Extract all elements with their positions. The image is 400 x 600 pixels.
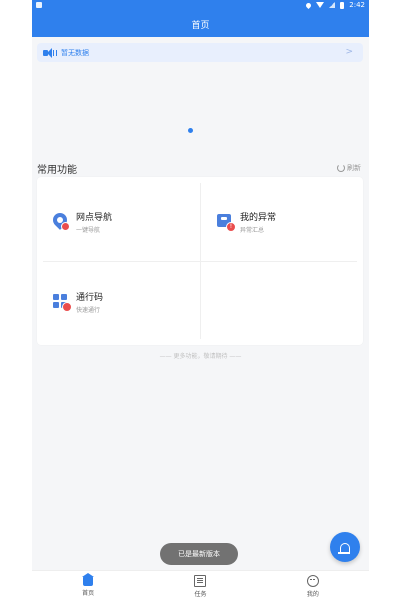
exception-card-icon: ! xyxy=(216,213,236,232)
tab-home[interactable]: 首页 xyxy=(32,571,144,600)
tab-label: 首页 xyxy=(82,589,95,597)
function-subtitle: 快速通行 xyxy=(76,307,101,314)
battery-icon xyxy=(340,1,345,9)
app-header: 2:42 首页 xyxy=(32,0,369,37)
carousel-indicator xyxy=(188,128,193,133)
more-functions-hint: —— 更多功能，敬请期待 —— xyxy=(159,353,242,360)
functions-card: 网点导航 一键导航 ! 我的异常 异常汇总 通行码 快速通行 xyxy=(37,177,363,345)
phone-screen: 2:42 首页 暂无数据 > 常用功能 刷新 网点导航 一键导航 ! 我的异常 … xyxy=(32,0,369,600)
tab-label: 任务 xyxy=(194,590,207,598)
refresh-icon xyxy=(337,164,345,172)
function-title: 我的异常 xyxy=(240,213,277,223)
tab-tasks[interactable]: 任务 xyxy=(144,571,256,600)
chevron-right-icon: > xyxy=(345,47,353,57)
function-subtitle: 异常汇总 xyxy=(240,227,265,234)
notification-fab[interactable] xyxy=(330,532,360,562)
status-time: 2:42 xyxy=(349,1,365,9)
status-bar: 2:42 xyxy=(32,0,369,12)
function-item-pass-code[interactable]: 通行码 快速通行 xyxy=(52,290,103,314)
megaphone-icon xyxy=(43,47,57,58)
section-title: 常用功能 xyxy=(37,165,77,176)
signal-icon xyxy=(329,2,336,8)
function-subtitle: 一键导航 xyxy=(76,227,101,234)
page-title: 首页 xyxy=(191,21,210,31)
toast-message: 已是最新版本 xyxy=(160,543,238,565)
function-item-exceptions[interactable]: ! 我的异常 异常汇总 xyxy=(216,210,276,234)
profile-icon xyxy=(306,574,319,587)
bell-icon xyxy=(338,542,350,554)
function-item-navigation[interactable]: 网点导航 一键导航 xyxy=(50,210,113,234)
tab-profile[interactable]: 我的 xyxy=(257,571,369,600)
tab-label: 我的 xyxy=(306,590,319,598)
function-title: 网点导航 xyxy=(76,213,113,223)
bottom-tab-bar: 首页 任务 我的 xyxy=(32,570,369,600)
grid-pass-icon xyxy=(52,293,72,312)
notice-text: 暂无数据 xyxy=(61,48,89,57)
notification-icon xyxy=(36,2,42,8)
wifi-icon xyxy=(316,2,325,8)
refresh-label: 刷新 xyxy=(347,164,361,172)
alert-badge: ! xyxy=(226,222,236,232)
location-pin-icon xyxy=(50,210,70,231)
function-title: 通行码 xyxy=(76,293,104,303)
status-indicators: 2:42 xyxy=(305,1,365,9)
refresh-button[interactable]: 刷新 xyxy=(337,163,361,173)
divider xyxy=(43,261,357,262)
home-icon xyxy=(82,572,95,586)
notice-bar[interactable]: 暂无数据 > xyxy=(37,43,363,62)
location-icon xyxy=(305,1,313,9)
task-icon xyxy=(194,574,207,587)
